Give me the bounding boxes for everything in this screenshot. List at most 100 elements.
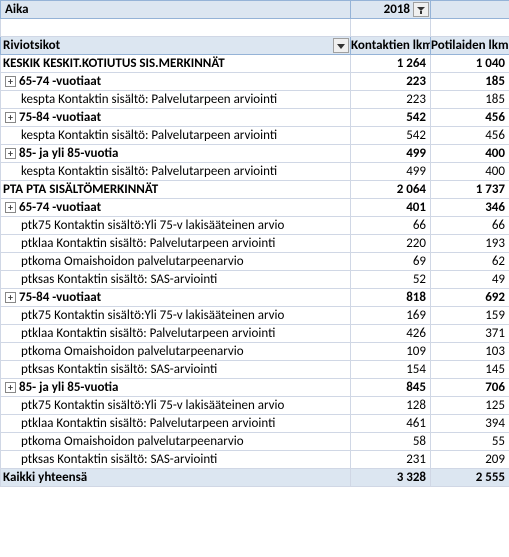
value-patients[interactable]: 400	[431, 163, 509, 181]
value-patients[interactable]: 1 737	[431, 181, 509, 199]
value-patients[interactable]: 49	[431, 271, 509, 289]
detail-label[interactable]: ptkoma Omaishoidon palvelutarpeenarvio	[1, 253, 351, 271]
table-row: +65-74 -vuotiaat223185	[1, 73, 509, 91]
group-cell[interactable]: +65-74 -vuotiaat	[1, 73, 351, 91]
group-label[interactable]: 85- ja yli 85-vuotia	[19, 380, 118, 395]
group-label[interactable]: 75-84 -vuotiaat	[19, 290, 101, 305]
group-label[interactable]: 65-74 -vuotiaat	[19, 74, 101, 89]
section-label[interactable]: PTA PTA SISÄLTÖMERKINNÄT	[1, 181, 351, 199]
value-patients[interactable]: 456	[431, 127, 509, 145]
value-patients[interactable]: 103	[431, 343, 509, 361]
value-contacts[interactable]: 154	[351, 361, 431, 379]
value-patients[interactable]: 185	[431, 91, 509, 109]
group-label[interactable]: 75-84 -vuotiaat	[19, 110, 101, 125]
value-patients[interactable]: 125	[431, 397, 509, 415]
table-row: ptklaa Kontaktin sisältö: Palvelutarpeen…	[1, 415, 509, 433]
group-cell[interactable]: +75-84 -vuotiaat	[1, 289, 351, 307]
value-contacts[interactable]: 542	[351, 127, 431, 145]
value-contacts[interactable]: 401	[351, 199, 431, 217]
table-row: kespta Kontaktin sisältö: Palvelutarpeen…	[1, 91, 509, 109]
detail-label[interactable]: ptk75 Kontaktin sisältö:Yli 75-v lakisää…	[1, 397, 351, 415]
value-contacts[interactable]: 169	[351, 307, 431, 325]
total-contacts[interactable]: 3 328	[351, 469, 431, 487]
col1-header[interactable]: Kontaktien lkm	[351, 37, 431, 55]
detail-label[interactable]: ptksas Kontaktin sisältö: SAS-arviointi	[1, 271, 351, 289]
detail-label[interactable]: ptksas Kontaktin sisältö: SAS-arviointi	[1, 361, 351, 379]
value-contacts[interactable]: 542	[351, 109, 431, 127]
value-patients[interactable]: 692	[431, 289, 509, 307]
detail-label[interactable]: ptksas Kontaktin sisältö: SAS-arviointi	[1, 451, 351, 469]
section-label[interactable]: KESKIK KESKIT.KOTIUTUS SIS.MERKINNÄT	[1, 55, 351, 73]
detail-label[interactable]: ptklaa Kontaktin sisältö: Palvelutarpeen…	[1, 325, 351, 343]
value-patients[interactable]: 1 040	[431, 55, 509, 73]
value-patients[interactable]: 193	[431, 235, 509, 253]
rowlabels-dropdown-icon[interactable]	[333, 38, 349, 53]
group-cell[interactable]: +85- ja yli 85-vuotia	[1, 145, 351, 163]
value-patients[interactable]: 185	[431, 73, 509, 91]
rowlabels-header[interactable]: Riviotsikot	[1, 37, 351, 55]
value-patients[interactable]: 159	[431, 307, 509, 325]
table-row: PTA PTA SISÄLTÖMERKINNÄT2 0641 737	[1, 181, 509, 199]
value-contacts[interactable]: 58	[351, 433, 431, 451]
value-contacts[interactable]: 128	[351, 397, 431, 415]
value-contacts[interactable]: 1 264	[351, 55, 431, 73]
value-patients[interactable]: 55	[431, 433, 509, 451]
detail-label[interactable]: ptklaa Kontaktin sisältö: Palvelutarpeen…	[1, 235, 351, 253]
value-contacts[interactable]: 223	[351, 73, 431, 91]
expand-button[interactable]: +	[5, 382, 16, 393]
value-contacts[interactable]: 69	[351, 253, 431, 271]
value-patients[interactable]: 66	[431, 217, 509, 235]
table-row: ptksas Kontaktin sisältö: SAS-arviointi1…	[1, 361, 509, 379]
detail-label[interactable]: ptk75 Kontaktin sisältö:Yli 75-v lakisää…	[1, 217, 351, 235]
value-contacts[interactable]: 231	[351, 451, 431, 469]
filter-dropdown-icon[interactable]	[413, 2, 429, 17]
total-patients[interactable]: 2 555	[431, 469, 509, 487]
group-label[interactable]: 85- ja yli 85-vuotia	[19, 146, 118, 161]
value-contacts[interactable]: 220	[351, 235, 431, 253]
group-cell[interactable]: +85- ja yli 85-vuotia	[1, 379, 351, 397]
value-patients[interactable]: 145	[431, 361, 509, 379]
value-patients[interactable]: 706	[431, 379, 509, 397]
value-contacts[interactable]: 845	[351, 379, 431, 397]
table-row: ptksas Kontaktin sisältö: SAS-arviointi2…	[1, 451, 509, 469]
filter-value-cell[interactable]: 2018	[351, 1, 431, 19]
detail-label[interactable]: ptkoma Omaishoidon palvelutarpeenarvio	[1, 433, 351, 451]
value-patients[interactable]: 371	[431, 325, 509, 343]
spacer-row	[1, 19, 509, 37]
value-patients[interactable]: 209	[431, 451, 509, 469]
group-cell[interactable]: +65-74 -vuotiaat	[1, 199, 351, 217]
group-cell[interactable]: +75-84 -vuotiaat	[1, 109, 351, 127]
detail-label[interactable]: kespta Kontaktin sisältö: Palvelutarpeen…	[1, 91, 351, 109]
value-contacts[interactable]: 109	[351, 343, 431, 361]
detail-label[interactable]: ptkoma Omaishoidon palvelutarpeenarvio	[1, 343, 351, 361]
detail-label[interactable]: kespta Kontaktin sisältö: Palvelutarpeen…	[1, 127, 351, 145]
expand-button[interactable]: +	[5, 148, 16, 159]
value-patients[interactable]: 394	[431, 415, 509, 433]
expand-button[interactable]: +	[5, 292, 16, 303]
value-contacts[interactable]: 2 064	[351, 181, 431, 199]
detail-label[interactable]: ptklaa Kontaktin sisältö: Palvelutarpeen…	[1, 415, 351, 433]
value-contacts[interactable]: 461	[351, 415, 431, 433]
expand-button[interactable]: +	[5, 112, 16, 123]
filter-value: 2018	[384, 2, 410, 17]
total-label[interactable]: Kaikki yhteensä	[1, 469, 351, 487]
detail-label[interactable]: kespta Kontaktin sisältö: Palvelutarpeen…	[1, 163, 351, 181]
group-label[interactable]: 65-74 -vuotiaat	[19, 200, 101, 215]
col2-header[interactable]: Potilaiden lkm	[431, 37, 509, 55]
value-contacts[interactable]: 818	[351, 289, 431, 307]
detail-label[interactable]: ptk75 Kontaktin sisältö:Yli 75-v lakisää…	[1, 307, 351, 325]
value-contacts[interactable]: 499	[351, 163, 431, 181]
value-patients[interactable]: 346	[431, 199, 509, 217]
table-row: ptkoma Omaishoidon palvelutarpeenarvio58…	[1, 433, 509, 451]
value-patients[interactable]: 62	[431, 253, 509, 271]
expand-button[interactable]: +	[5, 76, 16, 87]
value-contacts[interactable]: 52	[351, 271, 431, 289]
value-contacts[interactable]: 223	[351, 91, 431, 109]
expand-button[interactable]: +	[5, 202, 16, 213]
value-contacts[interactable]: 426	[351, 325, 431, 343]
pivot-table: Aika 2018 Riviotsikot Kontaktien lkm Pot…	[0, 0, 509, 487]
value-patients[interactable]: 456	[431, 109, 509, 127]
value-patients[interactable]: 400	[431, 145, 509, 163]
value-contacts[interactable]: 499	[351, 145, 431, 163]
value-contacts[interactable]: 66	[351, 217, 431, 235]
